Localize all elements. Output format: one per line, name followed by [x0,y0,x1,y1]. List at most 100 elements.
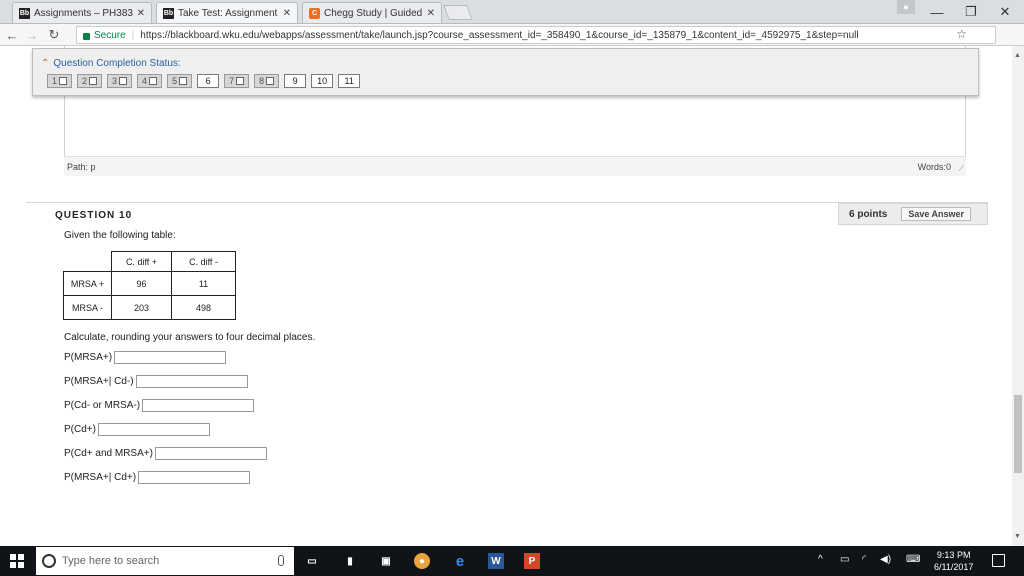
table-cell: 203 [111,295,172,320]
close-window-button[interactable]: ✕ [988,0,1022,24]
save-answer-button[interactable]: Save Answer [901,207,972,221]
instruction-text: Calculate, rounding your answers to four… [64,332,316,343]
tab-take-test[interactable]: Bb Take Test: Assignment 2 ✕ [156,2,298,23]
tab-label: Assignments – PH383-A [34,7,133,19]
answer-field-4: P(Cd+) [64,423,210,436]
field-label: P(Cd+) [64,424,96,435]
windows-start-icon[interactable] [10,554,24,568]
file-icon[interactable]: ▮ [342,553,358,569]
question-nav-button[interactable]: 5 [167,74,193,88]
field-label: P(MRSA+) [64,352,113,363]
scroll-thumb[interactable] [1014,395,1022,473]
question-header: QUESTION 10 6 points Save Answer [26,202,988,225]
battery-icon[interactable]: ▭ [840,554,849,565]
points-label: 6 points [849,208,888,220]
field-label: P(Cd+ and MRSA+) [64,448,153,459]
field-label: P(MRSA+| Cd+) [64,472,137,483]
lock-icon [83,32,90,40]
reload-icon[interactable]: ↻ [46,27,62,43]
answer-field-3: P(Cd- or MRSA-) [64,399,255,412]
close-tab-icon[interactable]: ✕ [137,8,145,19]
collapse-chevron-icon[interactable]: ⌃ [41,58,49,69]
blackboard-icon: Bb [163,7,174,19]
chrome-icon[interactable]: ● [414,553,430,569]
url-text: https://blackboard.wku.edu/webapps/asses… [140,29,859,41]
answer-input[interactable] [142,399,255,412]
question-navigation: 1 2 3 4 5 6 7 8 9 10 11 [47,74,361,88]
editor-status-bar: Path: p Words:0 ⟋ [64,156,966,176]
cortana-icon [42,554,56,568]
close-tab-icon[interactable]: ✕ [283,8,291,19]
answer-field-1: P(MRSA+) [64,351,227,364]
tab-label: Chegg Study | Guided So [324,7,423,19]
microphone-icon[interactable] [278,555,284,566]
path-label: Path: p [67,161,96,172]
question-nav-button[interactable]: 2 [77,74,103,88]
answer-input[interactable] [138,471,251,484]
tab-chegg[interactable]: C Chegg Study | Guided So ✕ [302,2,442,23]
resize-handle-icon[interactable]: ⟋ [958,164,964,174]
notification-icon[interactable] [992,554,1005,567]
answer-input[interactable] [114,351,227,364]
powerpoint-icon[interactable]: P [524,553,540,569]
chegg-icon: C [309,7,320,19]
new-tab-button[interactable] [443,5,473,20]
table-corner-cell [63,251,112,272]
question-nav-button[interactable]: 1 [47,74,73,88]
question-nav-button[interactable]: 11 [338,74,361,88]
table-header-row: C. diff + C. diff - [63,251,236,272]
answer-input[interactable] [154,447,267,460]
profile-icon[interactable]: ● [897,0,915,14]
question-nav-button[interactable]: 6 [197,74,220,88]
completion-title[interactable]: ⌃ Question Completion Status: [41,58,181,69]
clock-date: 6/11/2017 [934,562,974,572]
scroll-up-icon[interactable]: ▲ [1014,52,1021,59]
wifi-icon[interactable]: ◜ [862,554,866,565]
table-cell: 498 [171,295,236,320]
task-view-icon[interactable]: ▭ [304,553,320,569]
tab-assignments[interactable]: Bb Assignments – PH383-A ✕ [12,2,152,23]
bookmark-star-icon[interactable]: ☆ [956,27,967,41]
question-nav-button[interactable]: 9 [284,74,307,88]
volume-icon[interactable]: ◀) [880,554,891,565]
taskbar: Type here to search ▭ ▮ ▣ ● e W P ^ ▭ ◜ … [0,546,1024,576]
question-completion-panel: ⌃ Question Completion Status: 1 2 3 4 5 6 7 8 9 10… [32,48,979,96]
minimize-button[interactable]: — [920,0,954,24]
table-cell: 11 [171,271,236,296]
question-nav-button[interactable]: 8 [254,74,280,88]
forward-icon[interactable]: → [24,27,40,43]
table-header: C. diff + [111,251,172,272]
word-icon[interactable]: W [488,553,504,569]
data-table: C. diff + C. diff - MRSA + 96 11 MRSA - … [63,251,236,320]
edge-icon[interactable]: e [452,553,468,570]
table-row: MRSA + 96 11 [63,271,236,296]
question-nav-button[interactable]: 10 [311,74,334,88]
answer-input[interactable] [97,423,210,436]
show-hidden-icons-icon[interactable]: ^ [818,554,823,565]
secure-label: Secure [94,29,126,41]
tab-label: Take Test: Assignment 2 [178,7,279,19]
field-label: P(MRSA+| Cd-) [64,376,134,387]
secure-indicator[interactable]: Secure [83,30,126,41]
question-nav-button[interactable]: 7 [224,74,250,88]
taskbar-search[interactable]: Type here to search [36,547,294,575]
clock-time: 9:13 PM [936,550,971,560]
question-number: QUESTION 10 [55,210,133,221]
keyboard-icon[interactable]: ⌨ [906,554,920,565]
question-nav-button[interactable]: 4 [137,74,163,88]
clock[interactable]: 9:13 PM 6/11/2017 [934,549,973,573]
url-field[interactable]: Secure | https://blackboard.wku.edu/weba… [76,26,996,44]
answer-field-6: P(MRSA+| Cd+) [64,471,251,484]
scroll-down-icon[interactable]: ▼ [1014,533,1021,540]
restore-button[interactable]: ❐ [954,0,988,24]
page-scrollbar[interactable]: ▲ ▼ [1012,46,1024,546]
close-tab-icon[interactable]: ✕ [427,8,435,19]
field-label: P(Cd- or MRSA-) [64,400,141,411]
answer-input[interactable] [135,375,248,388]
table-header: C. diff - [171,251,236,272]
store-icon[interactable]: ▣ [378,553,394,569]
back-icon[interactable]: ← [4,27,20,43]
question-nav-button[interactable]: 3 [107,74,133,88]
table-row-label: MRSA - [63,295,112,320]
answer-field-5: P(Cd+ and MRSA+) [64,447,267,460]
